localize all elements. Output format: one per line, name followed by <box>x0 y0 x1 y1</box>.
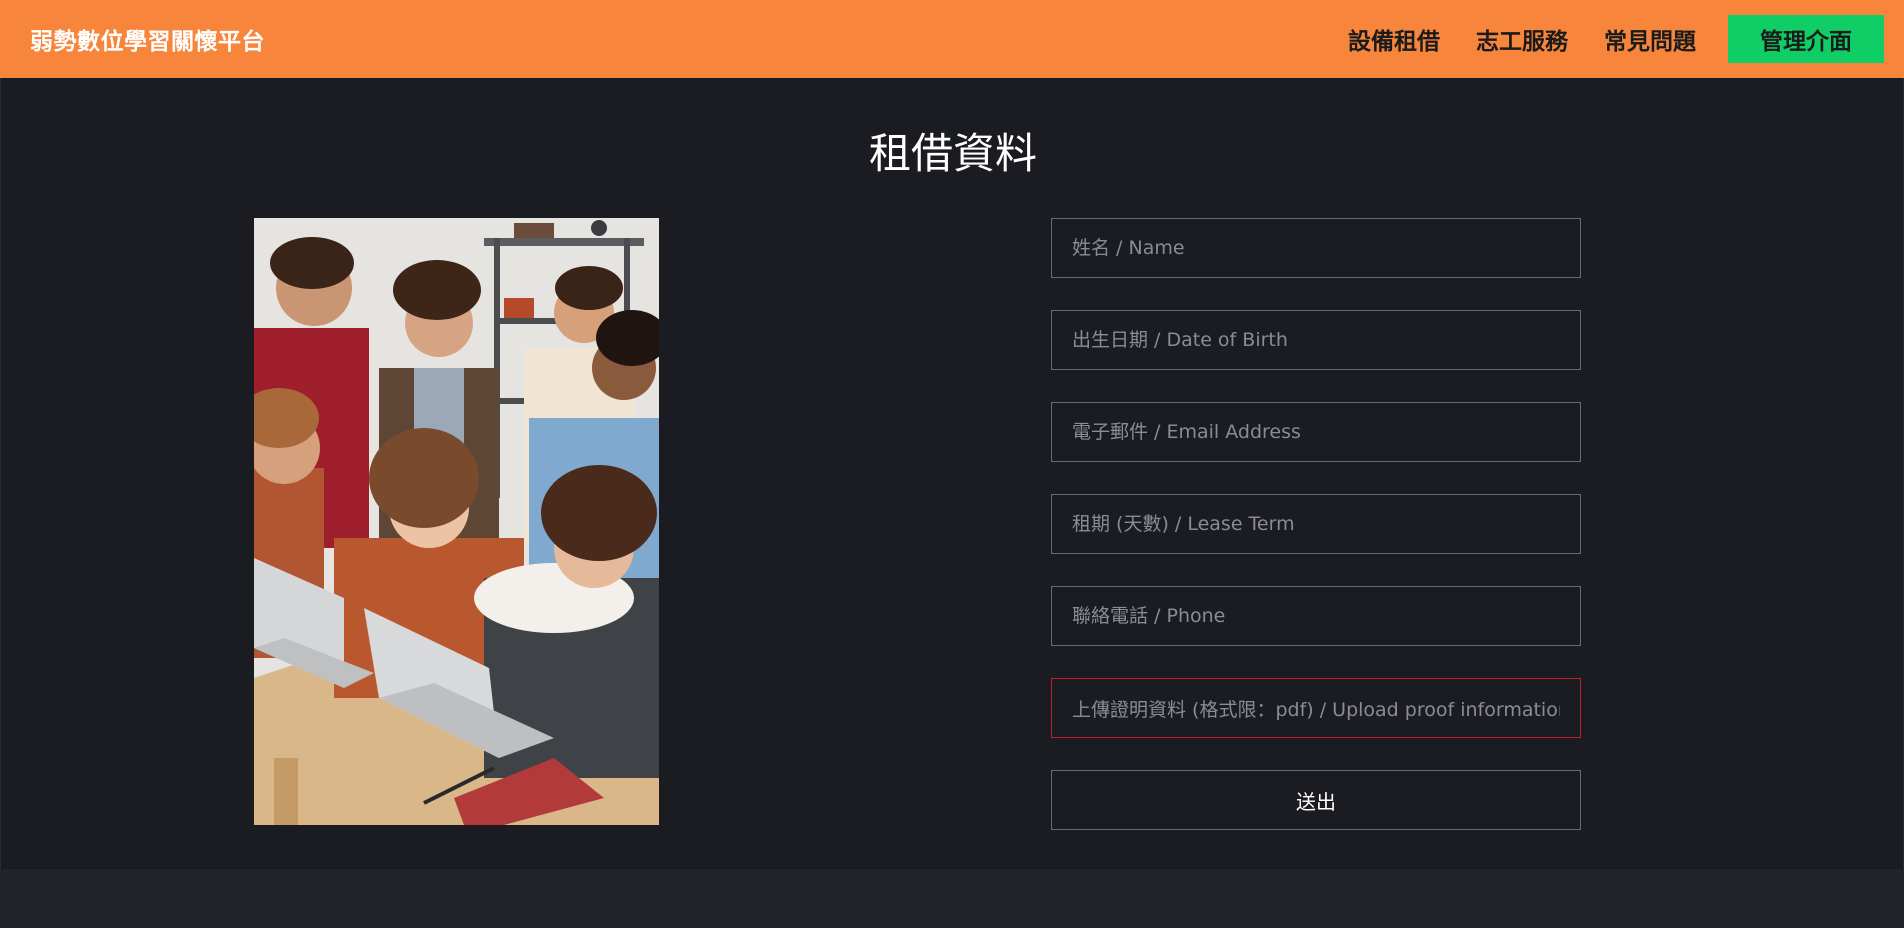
nav-link-faq[interactable]: 常見問題 <box>1604 22 1696 56</box>
email-input[interactable] <box>1072 421 1560 443</box>
main-content: 租借資料 姓名 / Name 出生日期 / Date of Birth 電子郵件… <box>0 78 1904 869</box>
footer <box>0 869 1904 928</box>
students-laptop-photo <box>254 218 659 825</box>
lease-term-input[interactable] <box>1072 513 1560 535</box>
lease-term-field-wrapper <box>1051 494 1581 554</box>
name-field-wrapper <box>1051 218 1581 278</box>
navbar: 弱勢數位學習關懷平台 設備租借 志工服務 常見問題 管理介面 <box>0 0 1904 78</box>
phone-input[interactable] <box>1072 605 1560 627</box>
dob-field-wrapper <box>1051 310 1581 370</box>
upload-proof-label: 上傳證明資料 (格式限：pdf) / Upload proof informat… <box>1072 698 1560 721</box>
submit-button[interactable]: 送出 <box>1051 770 1581 830</box>
email-field-wrapper <box>1051 402 1581 462</box>
nav-link-equipment-rental[interactable]: 設備租借 <box>1348 22 1440 56</box>
upload-proof-field[interactable]: 上傳證明資料 (格式限：pdf) / Upload proof informat… <box>1051 678 1581 738</box>
rental-form: 上傳證明資料 (格式限：pdf) / Upload proof informat… <box>1051 218 1581 830</box>
nav-links: 設備租借 志工服務 常見問題 管理介面 <box>1312 0 1884 78</box>
site-brand[interactable]: 弱勢數位學習關懷平台 <box>30 0 265 78</box>
nav-link-volunteer-service[interactable]: 志工服務 <box>1476 22 1568 56</box>
date-of-birth-input[interactable] <box>1072 329 1560 351</box>
phone-field-wrapper <box>1051 586 1581 646</box>
page-title: 租借資料 <box>868 129 1037 178</box>
name-input[interactable] <box>1072 237 1560 259</box>
admin-interface-button[interactable]: 管理介面 <box>1728 15 1884 63</box>
